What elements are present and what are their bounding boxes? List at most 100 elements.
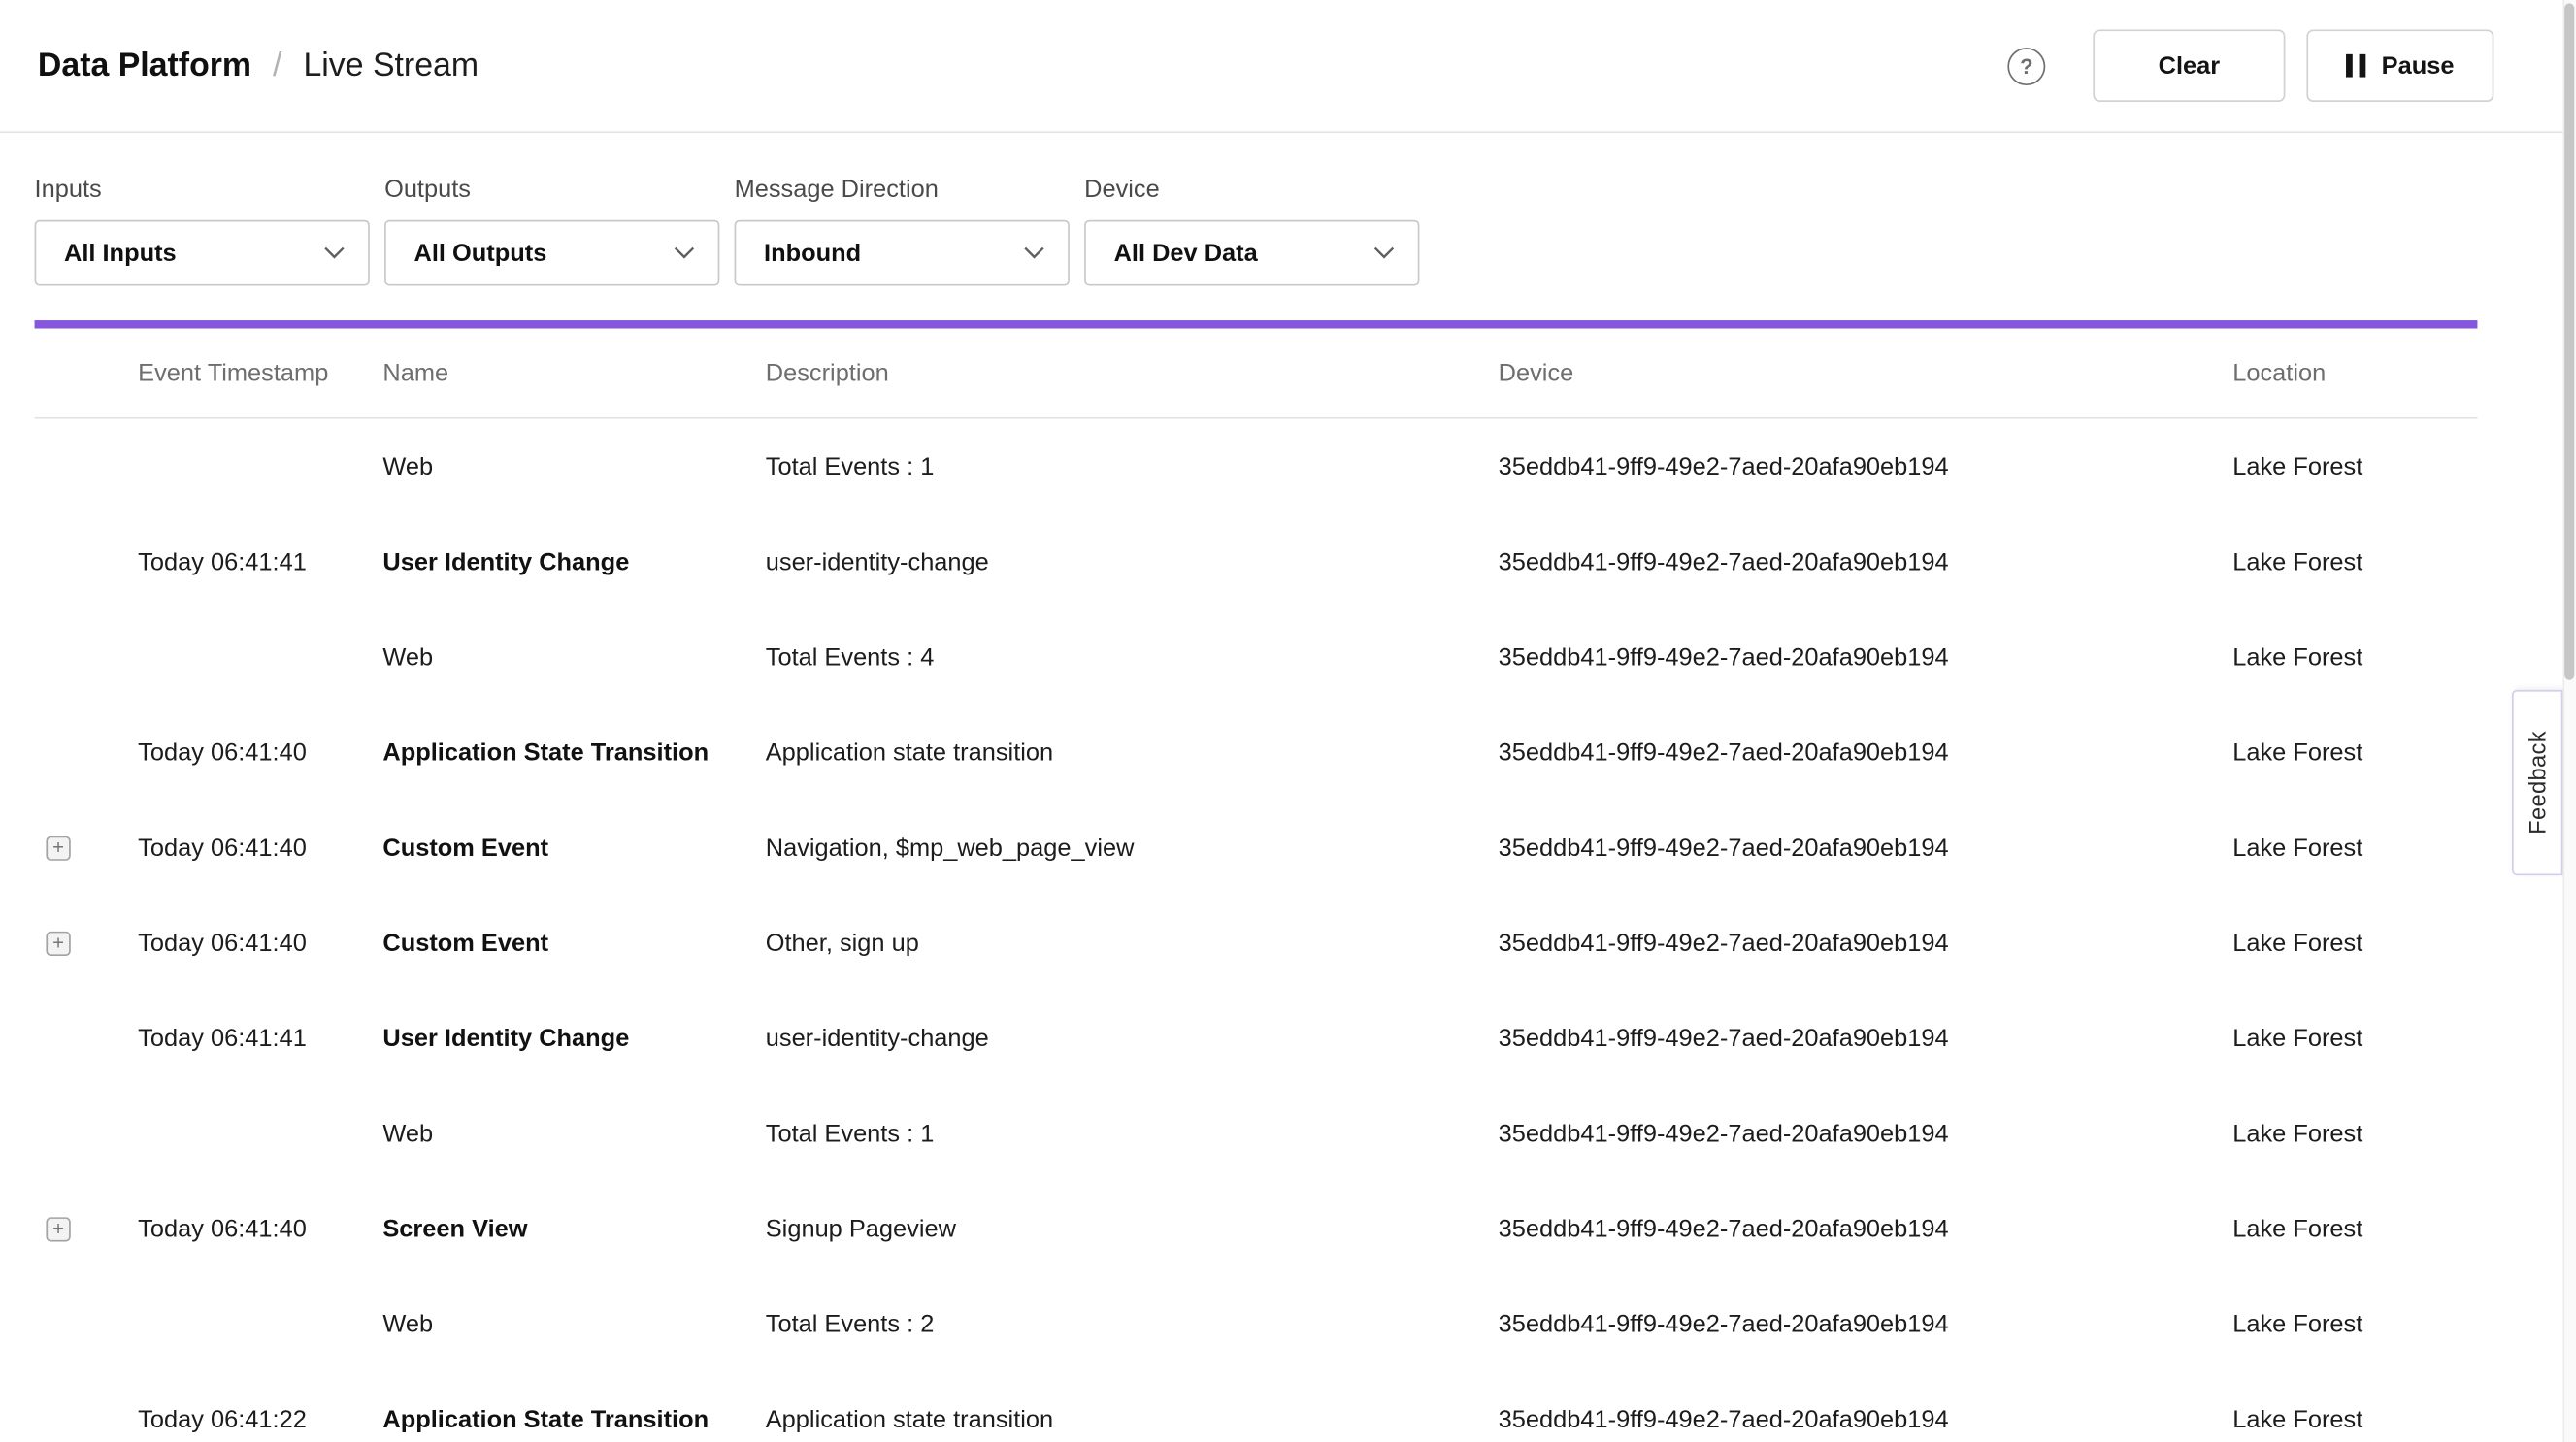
plus-glyph: + [52,837,64,857]
filter-select-message-direction[interactable]: Inbound [735,220,1070,286]
live-stream-page: Data Platform / Live Stream ? Clear Paus… [0,0,2576,1442]
filter-label: Device [1084,176,1419,204]
event-location: Lake Forest [2232,643,2477,672]
col-location: Location [2232,359,2477,387]
table-row[interactable]: + Today 06:41:40 Screen View Signup Page… [35,1181,2478,1276]
event-description: Application state transition [766,1405,1499,1433]
chevron-down-icon [323,246,345,260]
plus-glyph: + [52,933,64,952]
filter-selected-value: Inbound [764,239,861,267]
expand-cell: + [35,1216,139,1240]
event-location: Lake Forest [2232,834,2477,862]
event-name: Web [382,452,765,480]
event-location: Lake Forest [2232,547,2477,575]
chevron-down-icon [1373,246,1395,260]
expand-cell: + [35,1026,139,1050]
events-table: Event Timestamp Name Description Device … [35,329,2478,1442]
event-name: Application State Transition [382,738,765,767]
event-device: 35eddb41-9ff9-49e2-7aed-20afa90eb194 [1499,1310,2233,1338]
event-timestamp: Today 06:41:40 [138,738,382,767]
event-name: Web [382,1120,765,1148]
pause-icon [2346,54,2364,78]
event-device: 35eddb41-9ff9-49e2-7aed-20afa90eb194 [1499,1215,2233,1243]
event-name: Web [382,643,765,672]
event-device: 35eddb41-9ff9-49e2-7aed-20afa90eb194 [1499,547,2233,575]
filter-selected-value: All Outputs [414,239,547,267]
table-header: Event Timestamp Name Description Device … [35,329,2478,419]
event-device: 35eddb41-9ff9-49e2-7aed-20afa90eb194 [1499,643,2233,672]
expand-cell: + [35,1312,139,1336]
expand-cell: + [35,836,139,860]
scrollbar-thumb[interactable] [2564,3,2574,679]
table-row[interactable]: + Today 06:41:40 Custom Event Navigation… [35,800,2478,895]
plus-glyph: + [52,1219,64,1238]
event-description: Total Events : 2 [766,1310,1499,1338]
col-name: Name [382,359,765,387]
table-row[interactable]: + Today 06:41:41 User Identity Change us… [35,991,2478,1086]
event-location: Lake Forest [2232,1024,2477,1052]
table-row[interactable]: + Web Total Events : 1 35eddb41-9ff9-49e… [35,419,2478,514]
breadcrumb-data-platform[interactable]: Data Platform [38,47,251,84]
event-device: 35eddb41-9ff9-49e2-7aed-20afa90eb194 [1499,929,2233,957]
event-location: Lake Forest [2232,1215,2477,1243]
expand-cell: + [35,454,139,478]
filter-select-inputs[interactable]: All Inputs [35,220,370,286]
table-row[interactable]: + Web Total Events : 2 35eddb41-9ff9-49e… [35,1276,2478,1371]
filter-label: Message Direction [735,176,1070,204]
event-timestamp: Today 06:41:41 [138,547,382,575]
top-bar: Data Platform / Live Stream ? Clear Paus… [0,0,2576,133]
feedback-tab[interactable]: Feedback [2512,690,2562,875]
event-location: Lake Forest [2232,929,2477,957]
pause-button[interactable]: Pause [2306,29,2493,101]
event-description: Total Events : 1 [766,1120,1499,1148]
event-description: user-identity-change [766,1024,1499,1052]
breadcrumb-separator: / [273,47,281,84]
expand-icon[interactable]: + [46,1216,70,1240]
table-body: + Web Total Events : 1 35eddb41-9ff9-49e… [35,419,2478,1442]
event-name: Custom Event [382,834,765,862]
expand-cell: + [35,644,139,669]
filter-select-device[interactable]: All Dev Data [1084,220,1419,286]
filters-row: Inputs All Inputs Outputs All Outputs Me… [0,133,2576,285]
expand-cell: + [35,1407,139,1431]
event-description: Other, sign up [766,929,1499,957]
expand-cell: + [35,740,139,765]
event-description: Application state transition [766,738,1499,767]
event-location: Lake Forest [2232,1310,2477,1338]
event-timestamp: Today 06:41:41 [138,1024,382,1052]
expand-icon[interactable]: + [46,836,70,860]
table-row[interactable]: + Web Total Events : 1 35eddb41-9ff9-49e… [35,1086,2478,1181]
expand-cell: + [35,1121,139,1145]
table-row[interactable]: + Today 06:41:41 User Identity Change us… [35,514,2478,609]
event-description: Navigation, $mp_web_page_view [766,834,1499,862]
filter-select-outputs[interactable]: All Outputs [384,220,719,286]
table-row[interactable]: + Web Total Events : 4 35eddb41-9ff9-49e… [35,609,2478,705]
col-description: Description [766,359,1499,387]
pause-button-label: Pause [2382,51,2455,80]
event-timestamp: Today 06:41:40 [138,929,382,957]
event-name: Screen View [382,1215,765,1243]
accent-bar [35,320,2478,328]
filter-label: Outputs [384,176,719,204]
table-row[interactable]: + Today 06:41:40 Application State Trans… [35,705,2478,800]
event-name: Custom Event [382,929,765,957]
vertical-scrollbar[interactable] [2562,0,2576,1442]
breadcrumb: Data Platform / Live Stream [38,47,479,84]
event-name: User Identity Change [382,1024,765,1052]
table-row[interactable]: + Today 06:41:40 Custom Event Other, sig… [35,895,2478,990]
table-row[interactable]: + Today 06:41:22 Application State Trans… [35,1371,2478,1442]
clear-button[interactable]: Clear [2093,29,2285,101]
filter-selected-value: All Inputs [64,239,177,267]
chevron-down-icon [674,246,695,260]
col-event-timestamp: Event Timestamp [138,359,382,387]
event-name: Application State Transition [382,1405,765,1433]
expand-icon[interactable]: + [46,931,70,955]
help-icon[interactable]: ? [2007,47,2045,84]
event-description: Signup Pageview [766,1215,1499,1243]
event-name: User Identity Change [382,547,765,575]
event-description: Total Events : 1 [766,452,1499,480]
event-description: Total Events : 4 [766,643,1499,672]
expand-cell: + [35,549,139,574]
event-device: 35eddb41-9ff9-49e2-7aed-20afa90eb194 [1499,1024,2233,1052]
event-device: 35eddb41-9ff9-49e2-7aed-20afa90eb194 [1499,738,2233,767]
